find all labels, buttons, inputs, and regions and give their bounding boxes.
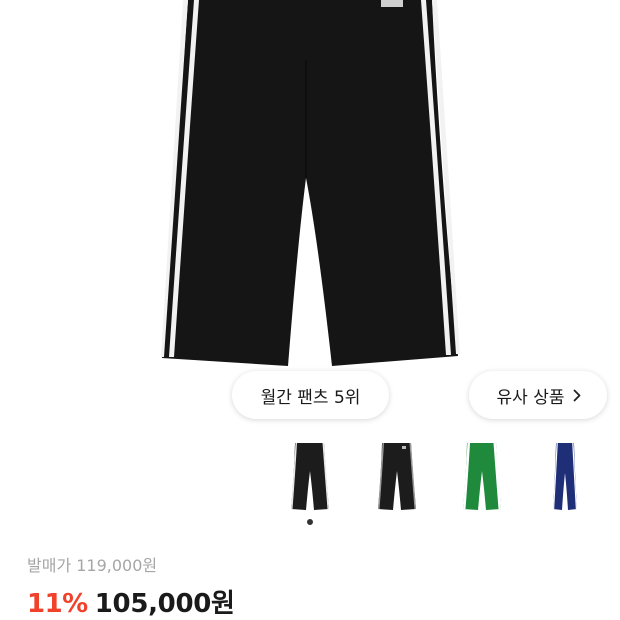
similar-products-label: 유사 상품 — [496, 387, 565, 408]
similar-products-button[interactable]: 유사 상품 — [469, 371, 607, 419]
thumbnail-navy-white-stripes[interactable] — [535, 437, 595, 517]
rank-badge-label: 월간 팬츠 5위 — [260, 387, 361, 408]
price-row: 11% 105,000원 — [27, 583, 235, 620]
pagination-dot-active — [307, 519, 313, 525]
discount-rate: 11% — [27, 589, 88, 619]
product-main-image[interactable] — [0, 0, 620, 372]
thumbnail-black-grey-stripes[interactable] — [367, 437, 427, 517]
chevron-right-icon — [573, 389, 581, 402]
monthly-rank-badge[interactable]: 월간 팬츠 5위 — [232, 371, 389, 419]
thumbnail-green-white-stripes[interactable] — [452, 437, 512, 517]
list-price: 발매가 119,000원 — [27, 556, 158, 575]
thumbnail-black-white-stripes[interactable] — [280, 437, 340, 517]
thumbnail-strip — [280, 437, 620, 517]
sale-price: 105,000원 — [94, 589, 235, 619]
